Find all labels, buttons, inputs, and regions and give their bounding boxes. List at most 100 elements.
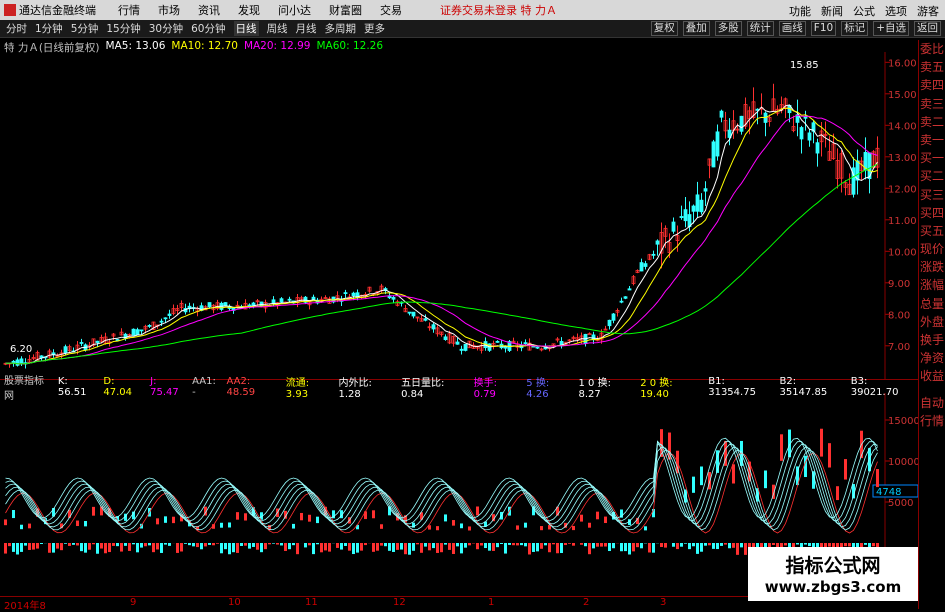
date-label-5: 1 (488, 597, 494, 608)
menu-ask[interactable]: 问小达 (278, 2, 311, 18)
hist-bar (708, 543, 711, 545)
sidebar-item-3[interactable]: 卖三 (919, 95, 945, 113)
hist-bar (592, 543, 595, 548)
menu-function[interactable]: 功能 (789, 3, 811, 19)
hist-bar (552, 543, 555, 544)
tool-button-6[interactable]: 标记 (841, 21, 868, 36)
vol-bar (20, 525, 23, 529)
sidebar-item-2[interactable]: 卖四 (919, 76, 945, 94)
date-label-1: 9 (130, 597, 136, 608)
menu-options[interactable]: 选项 (885, 3, 907, 19)
period-tab-4[interactable]: 30分钟 (149, 21, 183, 36)
sidebar-item-4[interactable]: 卖二 (919, 113, 945, 131)
hist-bar (720, 543, 723, 546)
hist-bar (236, 543, 239, 553)
menu-news[interactable]: 资讯 (198, 2, 220, 18)
period-tab-6[interactable]: 日线 (234, 21, 259, 36)
period-tab-9[interactable]: 多周期 (325, 21, 357, 36)
tool-button-3[interactable]: 统计 (747, 21, 774, 36)
hist-bar (28, 543, 31, 550)
menu-guest[interactable]: 游客 (917, 3, 939, 19)
menu-formula[interactable]: 公式 (853, 3, 875, 19)
sidebar-item-13[interactable]: 涨幅 (919, 276, 945, 294)
period-tab-8[interactable]: 月线 (296, 21, 317, 36)
tool-button-2[interactable]: 多股 (715, 21, 742, 36)
sidebar-item-1[interactable]: 卖五 (919, 58, 945, 76)
hist-bar (348, 543, 351, 551)
candle-body (80, 342, 83, 343)
vol-bar (308, 515, 311, 522)
period-tab-2[interactable]: 5分钟 (71, 21, 99, 36)
hist-bar (540, 543, 543, 549)
sidebar-item-19[interactable]: 自动 (919, 394, 945, 412)
menu-wealth[interactable]: 财富圈 (329, 2, 362, 18)
price-chart[interactable]: 16.0015.0014.0013.0012.0011.0010.009.008… (0, 52, 918, 379)
candle-body (148, 325, 151, 326)
period-tab-5[interactable]: 60分钟 (191, 21, 225, 36)
hist-bar (772, 543, 775, 545)
sidebar-item-5[interactable]: 卖一 (919, 131, 945, 149)
sidebar-item-16[interactable]: 换手 (919, 331, 945, 349)
tool-button-0[interactable]: 复权 (651, 21, 678, 36)
menu-market[interactable]: 市场 (158, 2, 180, 18)
sidebar-item-14[interactable]: 总量 (919, 295, 945, 313)
hist-bar (476, 543, 479, 549)
candle-body (672, 222, 675, 231)
hist-bar (216, 543, 219, 544)
sidebar-item-6[interactable]: 买一 (919, 149, 945, 167)
candle-body (536, 347, 539, 348)
candle-body (224, 303, 227, 306)
hist-bar (620, 543, 623, 551)
indicator-line (6, 438, 878, 518)
sidebar-item-7[interactable]: 买二 (919, 167, 945, 185)
tool-button-1[interactable]: 叠加 (683, 21, 710, 36)
sidebar-item-8[interactable]: 买三 (919, 186, 945, 204)
hist-bar (344, 543, 347, 546)
vol-bar (28, 524, 31, 529)
hist-bar (328, 543, 331, 552)
menu-trade[interactable]: 交易 (380, 2, 402, 18)
hist-bar (12, 543, 15, 552)
date-label-4: 12 (393, 597, 406, 608)
tool-button-8[interactable]: 返回 (914, 21, 941, 36)
period-tab-10[interactable]: 更多 (364, 21, 385, 36)
hist-bar (516, 543, 519, 545)
date-label-0: 2014年8 (4, 597, 46, 612)
hist-bar (384, 543, 387, 546)
sidebar-item-9[interactable]: 买四 (919, 204, 945, 222)
tool-button-7[interactable]: +自选 (873, 21, 909, 36)
vol-bar (732, 464, 735, 483)
hist-bar (532, 543, 535, 552)
candle-body (804, 117, 807, 119)
period-tab-0[interactable]: 分时 (6, 21, 27, 36)
tool-button-4[interactable]: 画线 (779, 21, 806, 36)
period-tab-7[interactable]: 周线 (267, 21, 288, 36)
sidebar-item-12[interactable]: 涨跌 (919, 258, 945, 276)
hist-bar (72, 543, 75, 545)
sidebar-item-18[interactable]: 收益 (919, 367, 945, 385)
hist-bar (76, 543, 79, 545)
hist-bar (572, 543, 575, 546)
hist-bar (652, 543, 655, 553)
hist-bar (408, 543, 411, 555)
candle-body (408, 312, 411, 313)
menu-newsfeed[interactable]: 新闻 (821, 3, 843, 19)
sidebar-item-20[interactable]: 行情 (919, 412, 945, 430)
sidebar-item-11[interactable]: 现价 (919, 240, 945, 258)
sidebar-item-10[interactable]: 买五 (919, 222, 945, 240)
candle-body (252, 303, 255, 305)
vol-bar (460, 523, 463, 528)
menu-discover[interactable]: 发现 (238, 2, 260, 18)
tool-button-5[interactable]: F10 (811, 21, 836, 36)
hist-bar (204, 543, 207, 546)
vol-bar (372, 510, 375, 518)
period-tab-3[interactable]: 15分钟 (106, 21, 140, 36)
menu-quotes[interactable]: 行情 (118, 2, 140, 18)
sidebar-item-17[interactable]: 净资 (919, 349, 945, 367)
sidebar-item-0[interactable]: 委比 (919, 40, 945, 58)
sidebar-item-15[interactable]: 外盘 (919, 313, 945, 331)
watermark-url: www.zbgs3.com (748, 578, 918, 596)
period-tab-1[interactable]: 1分钟 (35, 21, 63, 36)
candle-body (288, 299, 291, 300)
hist-bar (160, 543, 163, 553)
